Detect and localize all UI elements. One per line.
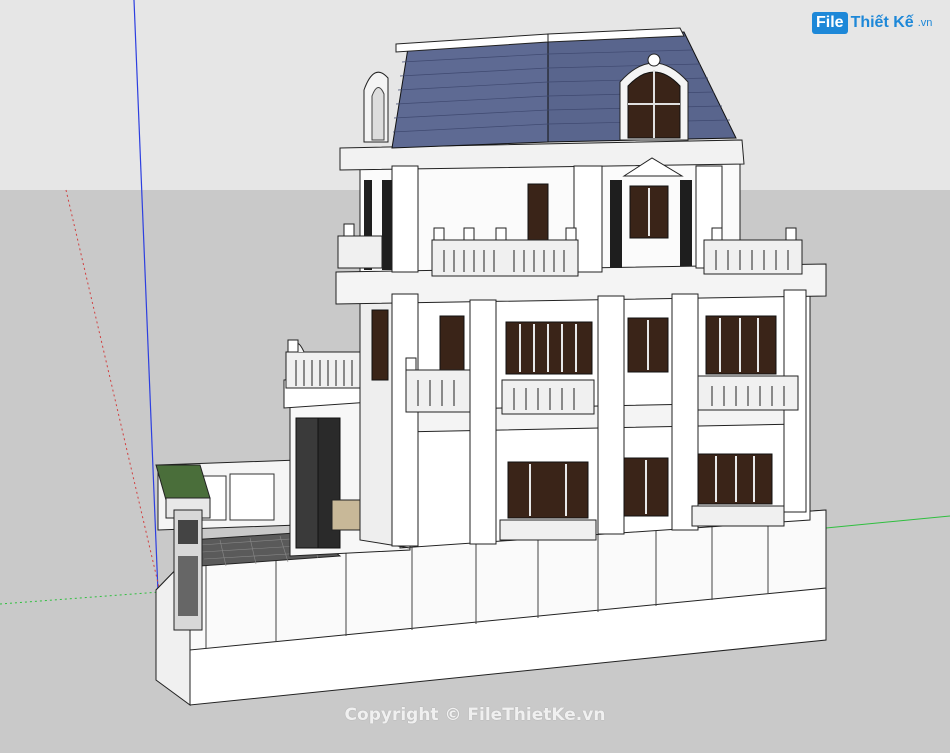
copyright-watermark: Copyright © FileThietKe.vn bbox=[344, 705, 606, 725]
logo-badge: File bbox=[812, 12, 848, 34]
filethietke-logo: File Thiết Kế .vn bbox=[812, 12, 932, 34]
logo-name: Thiết Kế bbox=[850, 14, 914, 31]
logo-tld: .vn bbox=[917, 17, 933, 29]
mansard-roof bbox=[363, 27, 737, 149]
sketchup-viewport[interactable] bbox=[0, 0, 950, 753]
